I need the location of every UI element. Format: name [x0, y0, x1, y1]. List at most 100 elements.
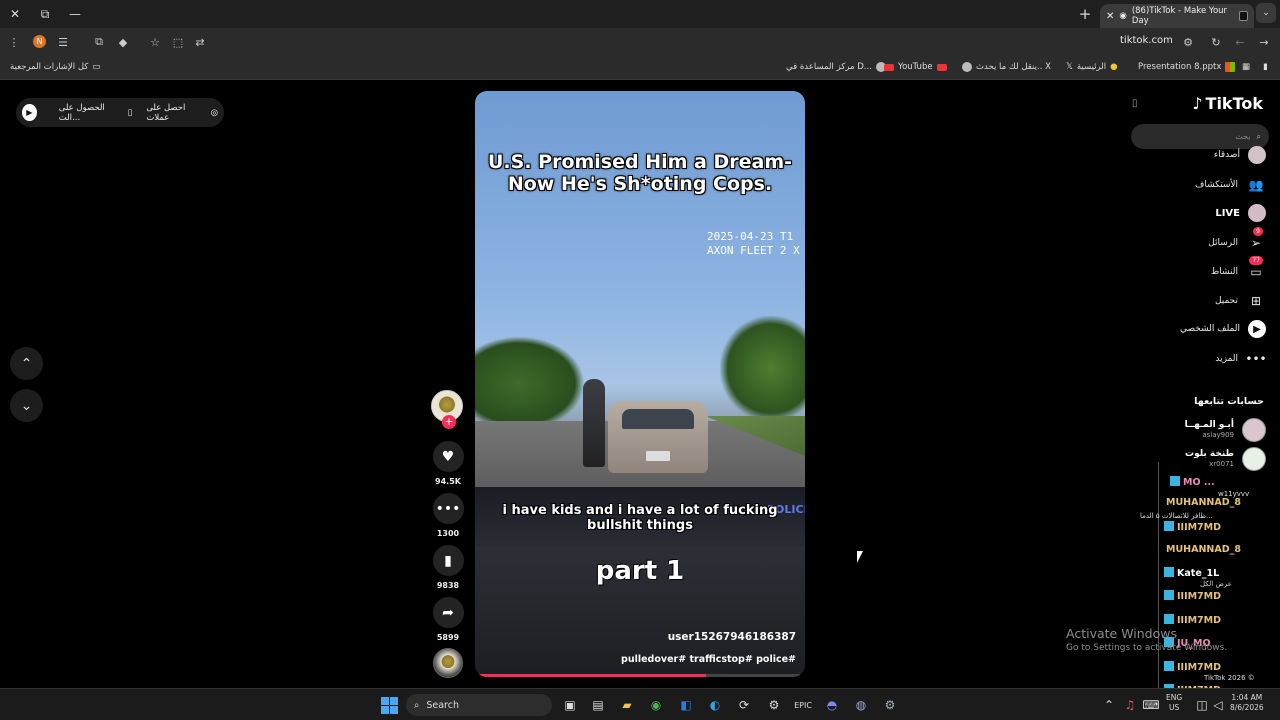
heart-icon[interactable]: ♥ — [432, 441, 464, 472]
nav-friends[interactable]: أصدقاء — [1214, 146, 1266, 164]
reading-list-icon[interactable]: ☰ — [55, 34, 71, 50]
following-item[interactable]: أبـو المـهــا aslay909 — [1185, 418, 1266, 442]
share-action[interactable]: ➦ 5899 — [431, 597, 465, 642]
extension-icon[interactable]: ◆ — [115, 34, 131, 50]
microphone-icon[interactable]: ♫ — [1120, 695, 1140, 715]
next-video-button[interactable]: ⌄ — [10, 389, 43, 422]
tiktok-logo[interactable]: ♪ TikTok — [1192, 94, 1263, 113]
nav-explore[interactable]: الأستكشاف 👥 — [1195, 175, 1266, 195]
outlook-icon[interactable]: ◧ — [676, 695, 696, 715]
chrome-icon[interactable]: ◉ — [646, 695, 666, 715]
bookmark-help-center[interactable]: مركز المساعدة في D... — [786, 62, 886, 72]
send-icon: ➢ 9 — [1250, 227, 1263, 250]
nav-live[interactable]: LIVE — [1215, 204, 1266, 222]
overlay-user: MO ... — [1183, 477, 1215, 488]
nav-profile[interactable]: الملف الشخصي ▶ — [1180, 320, 1266, 338]
reload-icon[interactable]: ↻ — [1208, 34, 1224, 50]
tiktok-note-icon: ♪ — [1192, 94, 1203, 113]
upload-plus-icon: ⊞ — [1250, 294, 1262, 308]
taskbar-search[interactable]: ⌕ Search — [406, 694, 552, 716]
comment-action[interactable]: ••• 1300 — [431, 493, 465, 538]
epic-games-icon[interactable]: EPIC — [793, 695, 813, 715]
music-disc-icon[interactable] — [433, 648, 463, 678]
close-tab-icon[interactable]: ✕ — [1106, 11, 1114, 22]
bookmark-icon[interactable]: ▮ — [432, 545, 464, 576]
bookmark-home[interactable]: 𝕏 الرئيسية ● — [1066, 62, 1118, 72]
tab-tiktok[interactable]: ✕ ◉ (86)TikTok - Make Your Day — [1100, 4, 1254, 28]
minimize-window-icon[interactable]: — — [60, 0, 90, 28]
activate-windows-watermark: Activate Windows Go to Settings to activ… — [1066, 626, 1227, 653]
screenshot-icon[interactable]: ⬚ — [170, 34, 186, 50]
clock[interactable]: 1:04 AM 8/6/2026 — [1230, 693, 1264, 713]
tiktok-favicon-icon — [1238, 11, 1248, 21]
windows-start-icon[interactable] — [381, 697, 398, 714]
creator-avatar[interactable]: + — [431, 390, 463, 429]
menu-icon[interactable]: ⋮ — [6, 34, 22, 50]
trees-left — [475, 336, 585, 431]
video-title-overlay: U.S. Promised Him a Dream- Now He's Sh*o… — [475, 151, 805, 195]
nav-more[interactable]: المزيد ••• — [1215, 349, 1266, 369]
new-tab-button[interactable]: + — [1076, 0, 1094, 28]
store-icon[interactable]: ▤ — [588, 695, 608, 715]
bookmark-x[interactable]: ينقل لك ما يحدث.. X — [962, 62, 1051, 72]
video-progress-bar[interactable] — [475, 674, 805, 677]
site-settings-icon[interactable]: ⚙ — [1180, 34, 1196, 50]
nav-label: LIVE — [1215, 207, 1240, 219]
apps-grid-icon[interactable]: ▦ — [1242, 62, 1250, 72]
bookmark-all[interactable]: كل الإشارات المرجعية ▭ — [10, 62, 100, 72]
tab-bar: ✕ ⧉ — + ✕ ◉ (86)TikTok - Make Your Day ⌄ — [0, 0, 1280, 28]
live-overlay: MO ... w11yvvv MUHANNAD_8 ظافر للاتصالات… — [1140, 462, 1280, 696]
save-action[interactable]: ▮ 9838 — [431, 545, 465, 590]
coin-icon: ◎ — [210, 107, 218, 118]
timestamp-line-2: AXON FLEET 2 X — [707, 244, 800, 257]
part-label: part 1 — [595, 556, 685, 586]
bookmarks-bar: كل الإشارات المرجعية ▭ مركز المساعدة في … — [0, 56, 1280, 80]
nav-activity[interactable]: النشاط ▭ 77 — [1211, 256, 1266, 282]
restore-window-icon[interactable]: ⧉ — [30, 0, 60, 28]
extensions-icon[interactable]: ⧉ — [91, 34, 107, 50]
tab-search-icon[interactable]: ⌄ — [1256, 3, 1276, 23]
search-icon[interactable]: ⌕ — [1257, 132, 1261, 142]
comment-icon[interactable]: ••• — [432, 493, 464, 524]
language-indicator[interactable]: ENG US — [1166, 693, 1182, 713]
translate-icon[interactable]: ⇄ — [192, 34, 208, 50]
volume-icon[interactable]: ◁ — [1208, 695, 1228, 715]
nav-upload[interactable]: تحميل ⊞ — [1215, 291, 1266, 311]
forward-icon[interactable]: → — [1256, 34, 1272, 50]
keyboard-icon[interactable]: ⌨ — [1141, 695, 1161, 715]
overlay-user: IIIM7MD — [1177, 615, 1222, 626]
bookmark-presentation[interactable]: Presentation 8.pptx — [1138, 62, 1236, 72]
profile-avatar[interactable]: N — [33, 35, 46, 48]
address-bar[interactable]: tiktok.com — [1120, 35, 1173, 46]
get-coins-label[interactable]: احصل على عملات — [146, 103, 202, 123]
settings-gear-icon[interactable]: ⚙ — [764, 695, 784, 715]
overlay-user: IIIM7MD — [1177, 522, 1222, 533]
video-player[interactable]: U.S. Promised Him a Dream- Now He's Sh*o… — [475, 91, 805, 677]
file-explorer-icon[interactable]: ▰ — [617, 695, 637, 715]
license-plate — [646, 451, 670, 461]
side-panel-icon[interactable]: ▮ — [1263, 62, 1268, 72]
bookmark-youtube[interactable]: YouTube — [884, 62, 947, 72]
app-icon[interactable]: ⟳ — [734, 695, 754, 715]
collapse-sidebar-icon[interactable]: ▯ — [1132, 98, 1138, 109]
overlay-comment: IIIM7MD — [1164, 590, 1221, 602]
discord-icon[interactable]: ◓ — [822, 695, 842, 715]
previous-video-button[interactable]: ⌃ — [10, 347, 43, 380]
bookmark-star-icon[interactable]: ☆ — [147, 34, 163, 50]
back-icon[interactable]: ← — [1232, 34, 1248, 50]
edge-icon[interactable]: ◐ — [705, 695, 725, 715]
get-app-bar[interactable]: ▶ الحصول على الت... ▯ احصل على عملات ◎ — [16, 98, 224, 127]
get-app-label[interactable]: الحصول على الت... — [59, 103, 120, 123]
task-view-icon[interactable]: ▣ — [560, 695, 580, 715]
nav-messages[interactable]: الرسائل ➢ 9 — [1208, 227, 1266, 253]
steam-icon[interactable]: ◍ — [851, 695, 871, 715]
video-author[interactable]: user15267946186387 — [668, 631, 796, 643]
video-hashtags[interactable]: pulledover# trafficstop# police# — [621, 654, 796, 665]
settings-icon[interactable]: ⚙ — [880, 695, 900, 715]
share-icon[interactable]: ➦ — [432, 597, 464, 628]
follow-plus-icon[interactable]: + — [442, 415, 456, 429]
tray-chevron-icon[interactable]: ⌃ — [1099, 695, 1119, 715]
close-window-icon[interactable]: ✕ — [0, 0, 30, 28]
like-action[interactable]: ♥ 94.5K — [431, 441, 465, 486]
play-icon[interactable]: ▶ — [22, 104, 37, 121]
